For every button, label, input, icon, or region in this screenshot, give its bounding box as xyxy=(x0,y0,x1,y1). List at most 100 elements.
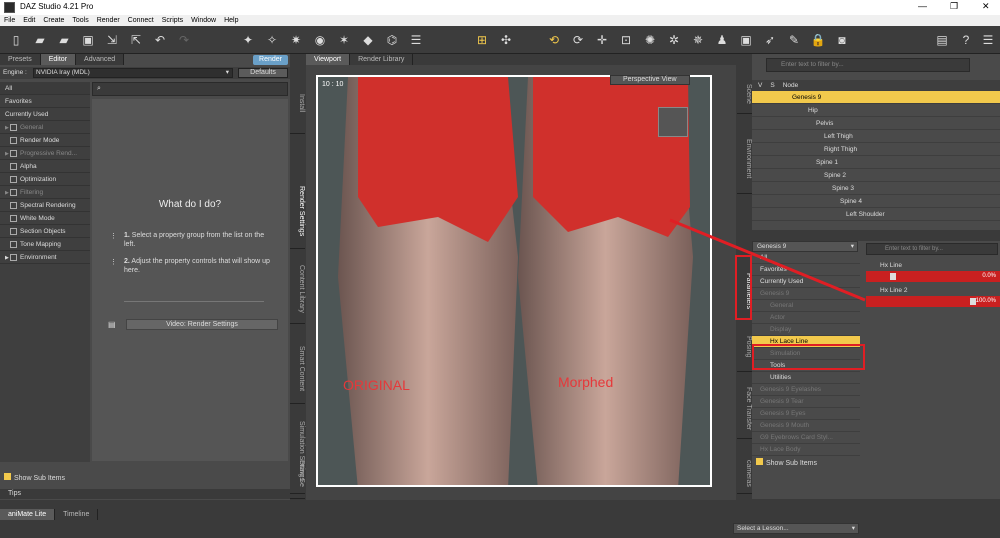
list-item[interactable]: ▶ General xyxy=(0,121,90,134)
list-item[interactable]: ▶ Progressive Rend... xyxy=(0,147,90,160)
universal-tool-icon[interactable]: ⊞ xyxy=(474,32,490,48)
list-item[interactable]: Currently Used xyxy=(0,108,90,121)
lesson-select[interactable]: Select a Lesson... ▾ xyxy=(733,523,859,534)
scene-node[interactable]: Spine 4 xyxy=(752,195,1000,208)
list-item[interactable]: Spectral Rendering xyxy=(0,199,90,212)
param-group[interactable]: Utilities xyxy=(752,372,860,384)
align-icon[interactable]: ☰ xyxy=(408,32,424,48)
settings-icon[interactable]: ☰ xyxy=(980,32,996,48)
save-icon[interactable]: ▣ xyxy=(80,32,96,48)
joint-editor-icon[interactable]: ✵ xyxy=(690,32,706,48)
import-icon[interactable]: ⇲ xyxy=(104,32,120,48)
spot-render-icon[interactable]: ▣ xyxy=(738,32,754,48)
list-item[interactable]: ▶ Environment xyxy=(0,251,90,264)
list-item[interactable]: Tone Mapping xyxy=(0,238,90,251)
tab-scene[interactable]: Scene xyxy=(737,74,752,114)
tab-editor[interactable]: Editor xyxy=(40,54,77,65)
list-item[interactable]: All xyxy=(0,82,90,95)
scene-filter-input[interactable]: Enter text to filter by... xyxy=(766,58,970,72)
tab-environment[interactable]: Environment xyxy=(737,124,752,194)
figure-tool-icon[interactable]: ♟ xyxy=(714,32,730,48)
open-folder-icon[interactable]: ▰ xyxy=(32,32,48,48)
undo-icon[interactable]: ↶ xyxy=(152,32,168,48)
help-icon[interactable]: ? xyxy=(958,32,974,48)
menu-create[interactable]: Create xyxy=(43,17,64,24)
menu-connect[interactable]: Connect xyxy=(128,17,154,24)
show-sub-items-checkbox[interactable]: Show Sub Items xyxy=(4,473,65,482)
maximize-button[interactable]: ❐ xyxy=(950,1,958,12)
slider-knob[interactable] xyxy=(890,273,896,280)
tab-viewport[interactable]: Viewport xyxy=(306,54,351,65)
param-group[interactable]: G9 Eyebrows Card Styl... xyxy=(752,432,860,444)
param-group[interactable]: Display xyxy=(752,324,860,336)
camera-tool-icon[interactable]: ✦ xyxy=(240,32,256,48)
list-item[interactable]: Optimization xyxy=(0,173,90,186)
hx-line-slider[interactable]: 0.0% xyxy=(866,271,1000,282)
menu-help[interactable]: Help xyxy=(224,17,238,24)
param-group[interactable]: Genesis 9 Tear xyxy=(752,396,860,408)
merge-folder-icon[interactable]: ▰ xyxy=(56,32,72,48)
list-item[interactable]: ▶ Filtering xyxy=(0,186,90,199)
scale-icon[interactable]: ⊡ xyxy=(618,32,634,48)
tab-content-library[interactable]: Content Library xyxy=(290,254,305,324)
list-item[interactable]: White Mode xyxy=(0,212,90,225)
defaults-button[interactable]: Defaults xyxy=(238,68,288,78)
render-camera-icon[interactable]: ◙ xyxy=(834,32,850,48)
menu-tools[interactable]: Tools xyxy=(72,17,88,24)
rotate-icon[interactable]: ⟳ xyxy=(570,32,586,48)
param-group[interactable]: Genesis 9 Eyes xyxy=(752,408,860,420)
scene-node[interactable]: Left Thigh xyxy=(752,130,1000,143)
new-scene-icon[interactable]: ▯ xyxy=(8,32,24,48)
export-icon[interactable]: ⇱ xyxy=(128,32,144,48)
tab-smart-content[interactable]: Smart Content xyxy=(290,334,305,404)
render-button[interactable]: Render xyxy=(253,55,288,65)
view-cube[interactable] xyxy=(658,107,688,137)
engine-select[interactable]: NVIDIA Iray (MDL) ▾ xyxy=(33,68,233,78)
tab-install[interactable]: Install xyxy=(290,74,305,134)
tab-face-transfer[interactable]: Face Transfer xyxy=(737,379,752,439)
translate-icon[interactable]: ✛ xyxy=(594,32,610,48)
tab-posing[interactable]: Posing xyxy=(737,322,752,372)
scene-node[interactable]: Spine 2 xyxy=(752,169,1000,182)
scene-node[interactable]: Spine 3 xyxy=(752,182,1000,195)
scene-node[interactable]: Right Thigh xyxy=(752,143,1000,156)
tab-render-library[interactable]: Render Library xyxy=(350,54,414,65)
menu-window[interactable]: Window xyxy=(191,17,216,24)
scene-render[interactable]: 10 : 10 ORIGINAL Morphed xyxy=(316,75,712,487)
tab-timeline[interactable]: Timeline xyxy=(55,509,99,520)
list-item[interactable]: Section Objects xyxy=(0,225,90,238)
active-pose-icon[interactable]: ✺ xyxy=(642,32,658,48)
param-group[interactable]: Hx Lace Body xyxy=(752,444,860,456)
light-tool-icon[interactable]: ✧ xyxy=(264,32,280,48)
hx-line-2-slider[interactable]: 100.0% xyxy=(866,296,1000,307)
minimize-button[interactable]: — xyxy=(918,1,927,11)
menu-file[interactable]: File xyxy=(4,17,15,24)
tab-advanced[interactable]: Advanced xyxy=(76,54,125,65)
surface-tool-icon[interactable]: ◆ xyxy=(360,32,376,48)
pose-tool-icon[interactable]: ✲ xyxy=(666,32,682,48)
param-group[interactable]: Genesis 9 Mouth xyxy=(752,420,860,432)
menu-render[interactable]: Render xyxy=(97,17,120,24)
param-filter-input[interactable]: Enter text to filter by... xyxy=(866,243,998,255)
tab-cameras[interactable]: cameras xyxy=(737,454,752,494)
scene-node[interactable]: Spine 1 xyxy=(752,156,1000,169)
tips-tab[interactable]: Tips xyxy=(0,489,290,499)
rotate-tool-icon[interactable]: ⟲ xyxy=(546,32,562,48)
geometry-tool-icon[interactable]: ⌬ xyxy=(384,32,400,48)
show-sub-items-checkbox[interactable]: Show Sub Items xyxy=(752,458,1000,467)
video-render-settings-button[interactable]: Video: Render Settings xyxy=(126,319,278,330)
spotlight-icon[interactable]: ✷ xyxy=(288,32,304,48)
redo-icon[interactable]: ↷ xyxy=(176,32,192,48)
surface-selection-icon[interactable]: ✎ xyxy=(786,32,802,48)
view-select[interactable]: Perspective View xyxy=(610,75,690,85)
select-tool-icon[interactable]: ➶ xyxy=(762,32,778,48)
menu-edit[interactable]: Edit xyxy=(23,17,35,24)
menu-scripts[interactable]: Scripts xyxy=(162,17,183,24)
point-light-icon[interactable]: ◉ xyxy=(312,32,328,48)
list-item[interactable]: Render Mode xyxy=(0,134,90,147)
list-item[interactable]: Favorites xyxy=(0,95,90,108)
property-search-input[interactable]: ⌕ xyxy=(92,82,288,96)
tab-draw-settings[interactable]: Draw Se xyxy=(290,449,305,499)
tab-animate-lite[interactable]: aniMate Lite xyxy=(0,509,56,520)
list-item[interactable]: Alpha xyxy=(0,160,90,173)
